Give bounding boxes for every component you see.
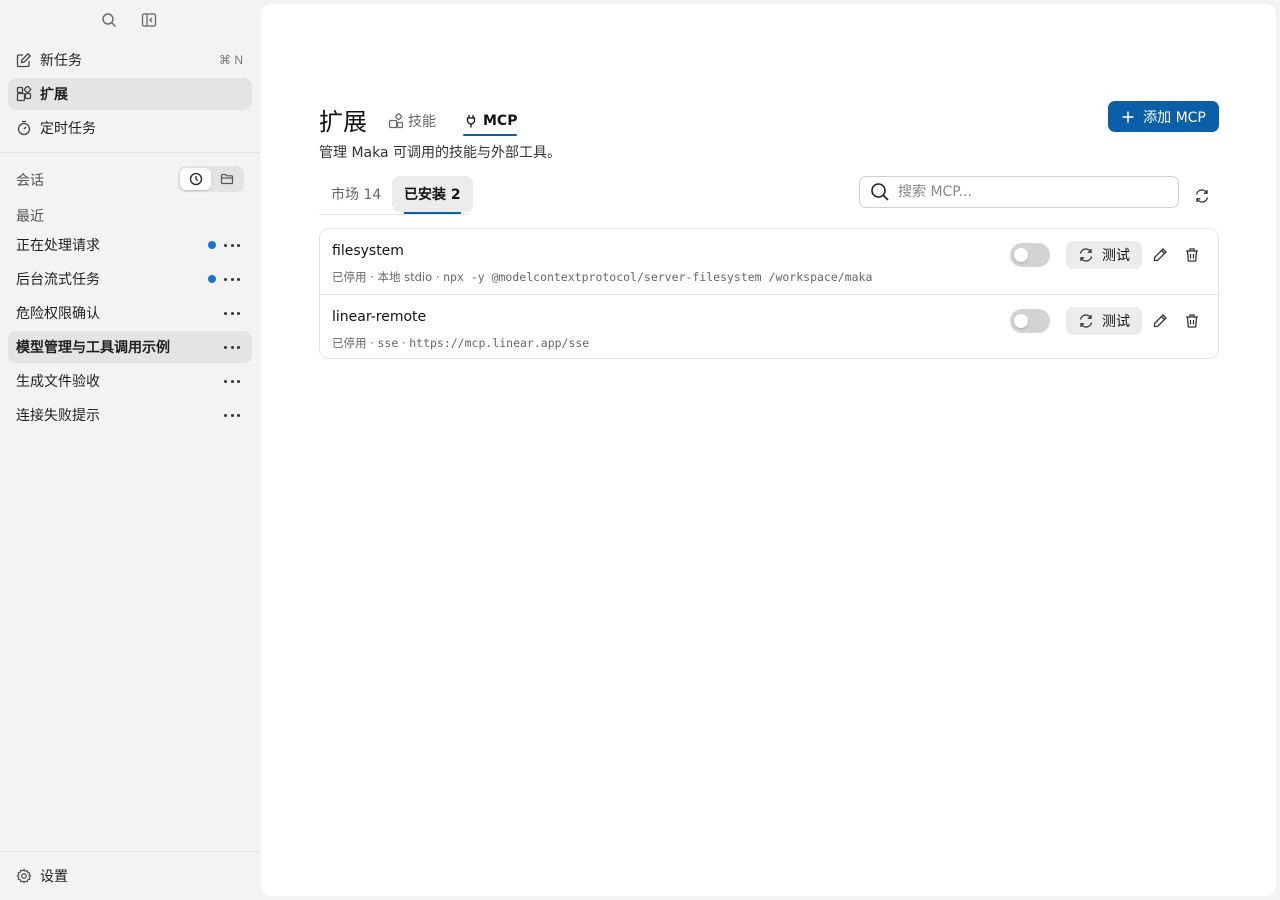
trash-icon[interactable] bbox=[1184, 247, 1200, 263]
page-title: 扩展 bbox=[319, 108, 367, 136]
settings-label: 设置 bbox=[40, 869, 68, 885]
segment-installed[interactable]: 已安装 2 bbox=[392, 176, 473, 214]
conversation-label: 生成文件验收 bbox=[16, 374, 100, 390]
unread-dot bbox=[208, 275, 216, 283]
test-button-label: 测试 bbox=[1102, 248, 1130, 264]
tab-skills-label: 技能 bbox=[408, 114, 436, 130]
search-input[interactable] bbox=[898, 184, 1178, 200]
plus-icon bbox=[1122, 111, 1134, 122]
trash-icon[interactable] bbox=[1184, 313, 1200, 329]
folder-view-button[interactable] bbox=[211, 168, 242, 190]
refresh-icon bbox=[1079, 248, 1093, 262]
conversation-label: 危险权限确认 bbox=[16, 306, 100, 322]
timer-icon bbox=[16, 120, 32, 136]
server-transport: sse bbox=[377, 336, 399, 350]
server-name: filesystem bbox=[332, 243, 404, 259]
collapse-sidebar-icon[interactable] bbox=[140, 8, 158, 32]
tab-mcp[interactable]: MCP bbox=[463, 108, 518, 136]
search-box bbox=[859, 176, 1179, 208]
segment-market[interactable]: 市场 14 bbox=[319, 176, 393, 212]
main-panel: 扩展 技能 MCP 管理 Maka 可调用的技能与外部工具。 添加 MCP 市场… bbox=[261, 4, 1276, 896]
mcp-server-row: filesystem 已停用 · 本地 stdio · npx -y @mode… bbox=[320, 229, 1218, 294]
server-transport: 本地 stdio bbox=[377, 270, 433, 284]
test-button[interactable]: 测试 bbox=[1066, 241, 1142, 269]
search-icon[interactable] bbox=[100, 8, 118, 32]
mcp-server-row: linear-remote 已停用 · sse · https://mcp.li… bbox=[320, 294, 1218, 358]
nav-scheduled-tasks[interactable]: 定时任务 bbox=[8, 112, 252, 144]
sidebar: 新任务 ⌘ N 扩展 定时任务 会话 最近 正在处理请求 后台流式任务 危险权限… bbox=[0, 0, 260, 900]
server-meta: 已停用 · 本地 stdio · npx -y @modelcontextpro… bbox=[332, 270, 873, 284]
server-name: linear-remote bbox=[332, 309, 427, 325]
segment-baseline bbox=[319, 214, 469, 215]
server-meta: 已停用 · sse · https://mcp.linear.app/sse bbox=[332, 336, 590, 350]
conversation-item[interactable]: 连接失败提示 bbox=[8, 399, 252, 431]
conversation-item-active[interactable]: 模型管理与工具调用示例 bbox=[8, 331, 252, 363]
more-options-icon[interactable] bbox=[224, 376, 240, 386]
refresh-icon bbox=[1079, 314, 1093, 328]
nav-extensions[interactable]: 扩展 bbox=[8, 78, 252, 110]
conversation-item[interactable]: 危险权限确认 bbox=[8, 297, 252, 329]
skills-icon bbox=[388, 113, 404, 129]
edit-icon[interactable] bbox=[1152, 247, 1168, 263]
add-mcp-button[interactable]: 添加 MCP bbox=[1108, 101, 1219, 132]
server-enable-toggle[interactable] bbox=[1010, 243, 1050, 267]
tab-mcp-label: MCP bbox=[483, 113, 518, 129]
edit-icon[interactable] bbox=[1152, 313, 1168, 329]
server-status: 已停用 bbox=[332, 270, 367, 284]
server-enable-toggle[interactable] bbox=[1010, 309, 1050, 333]
nav-new-task[interactable]: 新任务 ⌘ N bbox=[8, 44, 252, 76]
more-options-icon[interactable] bbox=[224, 274, 240, 284]
new-task-shortcut: ⌘ N bbox=[219, 53, 243, 67]
search-icon bbox=[871, 183, 889, 201]
mcp-server-list: filesystem 已停用 · 本地 stdio · npx -y @mode… bbox=[319, 228, 1219, 359]
server-command: https://mcp.linear.app/sse bbox=[409, 336, 590, 350]
more-options-icon[interactable] bbox=[224, 240, 240, 250]
add-mcp-label: 添加 MCP bbox=[1143, 109, 1206, 126]
tab-skills[interactable]: 技能 bbox=[388, 108, 436, 134]
segment-market-label: 市场 14 bbox=[331, 187, 382, 203]
settings-button[interactable]: 设置 bbox=[8, 860, 68, 892]
server-command: npx -y @modelcontextprotocol/server-file… bbox=[443, 270, 873, 284]
recent-view-button[interactable] bbox=[180, 168, 211, 190]
sessions-title: 会话 bbox=[16, 173, 44, 189]
clock-icon bbox=[189, 172, 202, 186]
conversation-label: 正在处理请求 bbox=[16, 238, 100, 254]
sidebar-bottom-divider bbox=[0, 851, 260, 852]
more-options-icon[interactable] bbox=[224, 308, 240, 318]
toggle-knob bbox=[1014, 248, 1028, 262]
conversation-item[interactable]: 正在处理请求 bbox=[8, 229, 252, 261]
server-status: 已停用 bbox=[332, 336, 367, 350]
nav-extensions-label: 扩展 bbox=[40, 87, 68, 103]
conversation-label: 后台流式任务 bbox=[16, 272, 100, 288]
conversation-label: 连接失败提示 bbox=[16, 408, 100, 424]
nav-new-task-label: 新任务 bbox=[40, 53, 82, 69]
folder-icon bbox=[220, 173, 233, 185]
nav-scheduled-label: 定时任务 bbox=[40, 121, 96, 137]
page-subtitle: 管理 Maka 可调用的技能与外部工具。 bbox=[319, 145, 561, 161]
gear-icon bbox=[16, 868, 32, 884]
sidebar-divider bbox=[0, 152, 260, 153]
plug-icon bbox=[463, 113, 479, 129]
refresh-icon[interactable] bbox=[1194, 188, 1210, 204]
unread-dot bbox=[208, 241, 216, 249]
more-options-icon[interactable] bbox=[224, 410, 240, 420]
toggle-knob bbox=[1014, 314, 1028, 328]
recent-title: 最近 bbox=[16, 209, 44, 225]
more-options-icon[interactable] bbox=[224, 342, 240, 352]
compose-icon bbox=[16, 52, 32, 68]
extensions-icon bbox=[16, 86, 32, 102]
segment-installed-label: 已安装 2 bbox=[404, 187, 461, 203]
conversation-label: 模型管理与工具调用示例 bbox=[16, 340, 170, 356]
test-button[interactable]: 测试 bbox=[1066, 307, 1142, 335]
session-view-toggle bbox=[178, 166, 244, 192]
sidebar-top-toolbar bbox=[100, 8, 158, 32]
conversation-item[interactable]: 生成文件验收 bbox=[8, 365, 252, 397]
test-button-label: 测试 bbox=[1102, 314, 1130, 330]
conversation-item[interactable]: 后台流式任务 bbox=[8, 263, 252, 295]
